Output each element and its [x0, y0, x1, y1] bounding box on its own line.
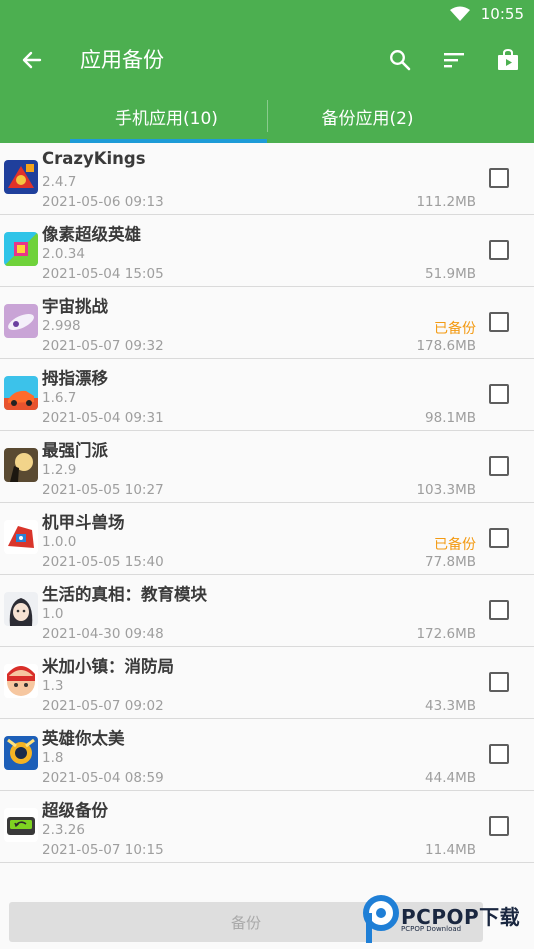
- search-icon: [390, 50, 411, 71]
- app-version: 2.998: [42, 318, 81, 334]
- select-checkbox[interactable]: [489, 744, 509, 764]
- app-date: 2021-05-04 15:05: [42, 266, 164, 282]
- search-button[interactable]: [382, 42, 418, 78]
- tab-bar: 手机应用(10) 备份应用(2): [0, 90, 534, 143]
- wifi-icon: [450, 6, 470, 21]
- select-checkbox[interactable]: [489, 528, 509, 548]
- list-item[interactable]: 宇宙挑战 2.998 已备份 2021-05-07 09:32 178.6MB: [0, 287, 534, 359]
- app-version: 1.3: [42, 678, 64, 694]
- list-item[interactable]: 最强门派 1.2.9 2021-05-05 10:27 103.3MB: [0, 431, 534, 503]
- app-size: 98.1MB: [425, 410, 476, 426]
- app-date: 2021-04-30 09:48: [42, 626, 164, 642]
- app-name: CrazyKings: [42, 149, 146, 168]
- thumb-drift-icon: [4, 376, 38, 410]
- app-name: 拇指漂移: [42, 369, 108, 388]
- app-name: 机甲斗兽场: [42, 513, 125, 532]
- select-checkbox[interactable]: [489, 600, 509, 620]
- app-size: 51.9MB: [425, 266, 476, 282]
- sort-icon: [444, 53, 464, 68]
- list-item[interactable]: 米加小镇：消防局 1.3 2021-05-07 09:02 43.3MB: [0, 647, 534, 719]
- app-version: 2.3.26: [42, 822, 85, 838]
- backed-up-badge: 已备份: [434, 321, 476, 337]
- super-backup-icon: [4, 808, 38, 842]
- app-size: 178.6MB: [416, 338, 476, 354]
- page-title: 应用备份: [80, 48, 164, 72]
- app-version: 1.8: [42, 750, 64, 766]
- watermark: PCPOP下载 PCPOP Download: [363, 893, 534, 949]
- app-date: 2021-05-04 09:31: [42, 410, 164, 426]
- app-name: 超级备份: [42, 801, 108, 820]
- pixel-heroes-icon: [4, 232, 38, 266]
- app-size: 11.4MB: [425, 842, 476, 858]
- list-item[interactable]: 拇指漂移 1.6.7 2021-05-04 09:31 98.1MB: [0, 359, 534, 431]
- select-checkbox[interactable]: [489, 384, 509, 404]
- truth-of-life-icon: [4, 592, 38, 626]
- select-checkbox[interactable]: [489, 168, 509, 188]
- list-item[interactable]: 机甲斗兽场 1.0.0 已备份 2021-05-05 15:40 77.8MB: [0, 503, 534, 575]
- app-version: 1.0: [42, 606, 64, 622]
- app-version: 2.0.34: [42, 246, 85, 262]
- app-size: 43.3MB: [425, 698, 476, 714]
- space-challenge-icon: [4, 304, 38, 338]
- toolbar: 应用备份: [0, 28, 534, 90]
- app-version: 1.2.9: [42, 462, 77, 478]
- app-date: 2021-05-07 10:15: [42, 842, 164, 858]
- app-version: 1.0.0: [42, 534, 77, 550]
- app-size: 44.4MB: [425, 770, 476, 786]
- app-name: 像素超级英雄: [42, 225, 141, 244]
- hero-beautiful-icon: [4, 736, 38, 770]
- app-date: 2021-05-05 10:27: [42, 482, 164, 498]
- app-version: 2.4.7: [42, 174, 77, 190]
- status-bar: 10:55: [0, 0, 534, 28]
- arrow-left-icon: [22, 51, 42, 69]
- app-version: 1.6.7: [42, 390, 77, 406]
- app-size: 103.3MB: [416, 482, 476, 498]
- app-name: 最强门派: [42, 441, 108, 460]
- status-time: 10:55: [480, 5, 524, 23]
- app-date: 2021-05-05 15:40: [42, 554, 164, 570]
- app-size: 77.8MB: [425, 554, 476, 570]
- back-button[interactable]: [14, 42, 50, 78]
- backed-up-badge: 已备份: [434, 537, 476, 553]
- list-item[interactable]: CrazyKings 2.4.7 2021-05-06 09:13 111.2M…: [0, 143, 534, 215]
- select-checkbox[interactable]: [489, 816, 509, 836]
- select-checkbox[interactable]: [489, 312, 509, 332]
- app-list[interactable]: CrazyKings 2.4.7 2021-05-06 09:13 111.2M…: [0, 143, 534, 863]
- pcpop-logo-icon: [363, 895, 399, 943]
- list-item[interactable]: 英雄你太美 1.8 2021-05-04 08:59 44.4MB: [0, 719, 534, 791]
- app-name: 英雄你太美: [42, 729, 125, 748]
- miga-town-icon: [4, 664, 38, 698]
- list-item[interactable]: 像素超级英雄 2.0.34 2021-05-04 15:05 51.9MB: [0, 215, 534, 287]
- app-date: 2021-05-06 09:13: [42, 194, 164, 210]
- crazykings-icon: [4, 160, 38, 194]
- list-item[interactable]: 超级备份 2.3.26 2021-05-07 10:15 11.4MB: [0, 791, 534, 863]
- mech-arena-icon: [4, 520, 38, 554]
- watermark-sub: PCPOP Download: [401, 925, 462, 933]
- app-name: 米加小镇：消防局: [42, 657, 174, 676]
- store-button[interactable]: [490, 42, 526, 78]
- app-size: 111.2MB: [416, 194, 476, 210]
- app-date: 2021-05-07 09:32: [42, 338, 164, 354]
- app-date: 2021-05-07 09:02: [42, 698, 164, 714]
- select-checkbox[interactable]: [489, 456, 509, 476]
- shopping-bag-play-icon: [498, 49, 518, 70]
- sort-button[interactable]: [436, 42, 472, 78]
- strongest-sect-icon: [4, 448, 38, 482]
- tab-backup-apps[interactable]: 备份应用(2): [234, 90, 501, 143]
- select-checkbox[interactable]: [489, 672, 509, 692]
- list-item[interactable]: 生活的真相：教育模块 1.0 2021-04-30 09:48 172.6MB: [0, 575, 534, 647]
- app-size: 172.6MB: [416, 626, 476, 642]
- app-name: 生活的真相：教育模块: [42, 585, 207, 604]
- select-checkbox[interactable]: [489, 240, 509, 260]
- app-date: 2021-05-04 08:59: [42, 770, 164, 786]
- app-name: 宇宙挑战: [42, 297, 108, 316]
